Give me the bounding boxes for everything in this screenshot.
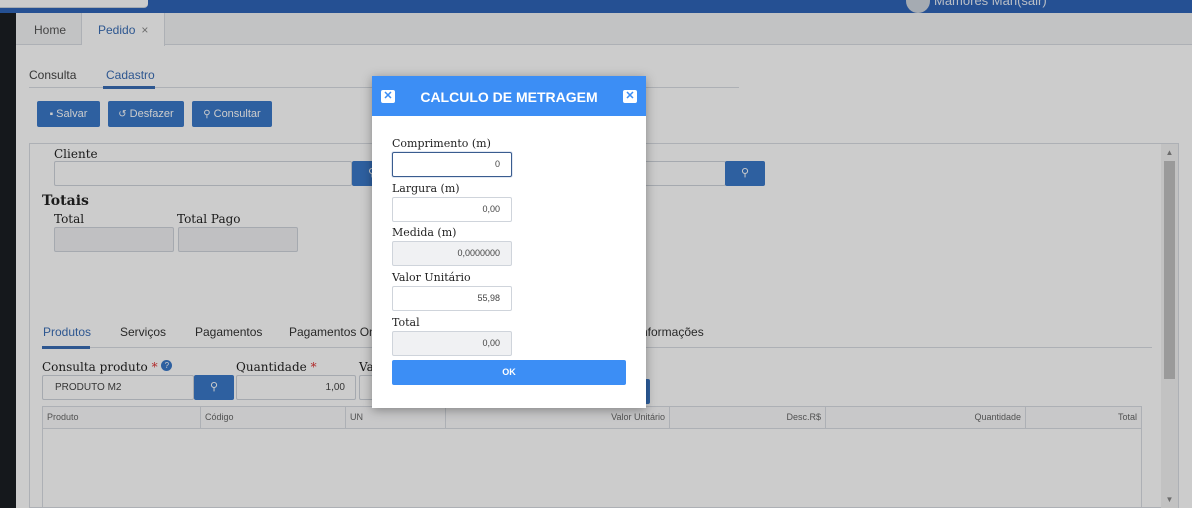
medida-field: 0,0000000 bbox=[392, 241, 512, 266]
dialog-header: CALCULO DE METRAGEM ✕ ✕ bbox=[372, 76, 646, 116]
valor-unitario-label: Valor Unitário bbox=[392, 271, 471, 284]
dialog-title: CALCULO DE METRAGEM bbox=[420, 89, 598, 105]
comprimento-input[interactable]: 0 bbox=[392, 152, 512, 177]
medida-label: Medida (m) bbox=[392, 226, 457, 239]
close-icon[interactable]: ✕ bbox=[623, 90, 637, 103]
ok-button[interactable]: OK bbox=[392, 360, 626, 385]
largura-label: Largura (m) bbox=[392, 182, 460, 195]
metragem-dialog: CALCULO DE METRAGEM ✕ ✕ Comprimento (m) … bbox=[372, 76, 646, 408]
comprimento-label: Comprimento (m) bbox=[392, 137, 491, 150]
total-label: Total bbox=[392, 316, 420, 329]
total-field: 0,00 bbox=[392, 331, 512, 356]
largura-input[interactable]: 0,00 bbox=[392, 197, 512, 222]
valor-unitario-input[interactable]: 55,98 bbox=[392, 286, 512, 311]
close-icon[interactable]: ✕ bbox=[381, 90, 395, 103]
